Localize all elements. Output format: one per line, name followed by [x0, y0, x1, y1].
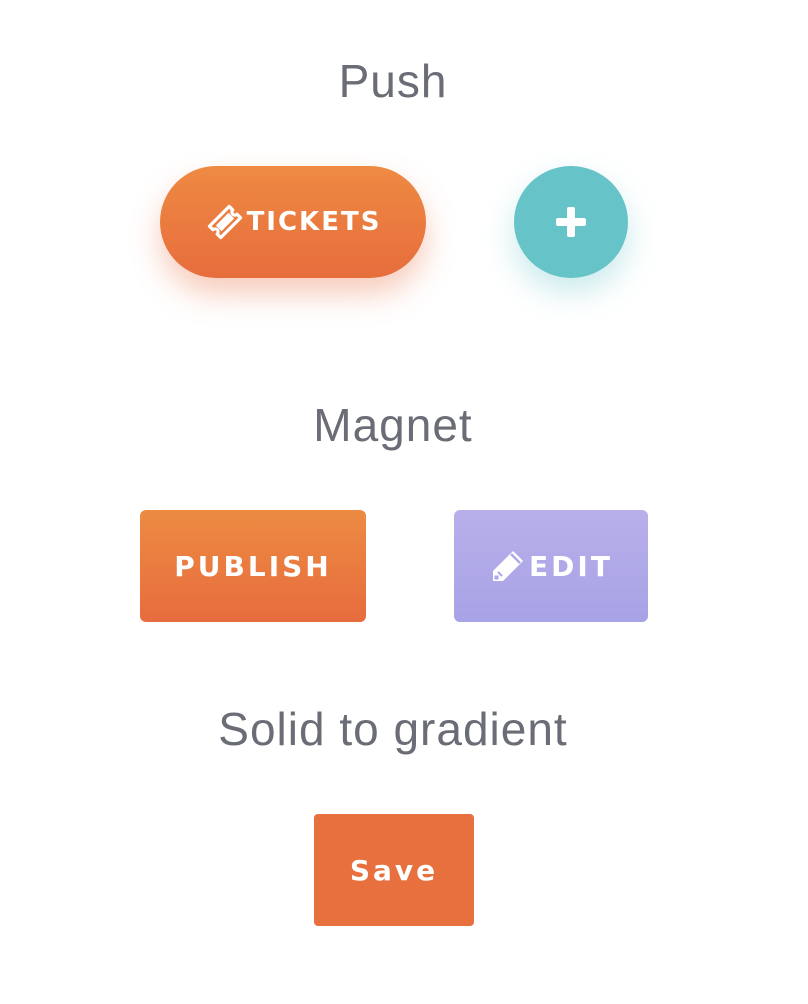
tickets-button[interactable]: TICKETS	[160, 166, 426, 278]
publish-button[interactable]: PUBLISH	[140, 510, 366, 622]
save-button[interactable]: Save	[314, 814, 474, 926]
pencil-icon	[489, 547, 527, 585]
section-title-solid-to-gradient: Solid to gradient	[218, 703, 568, 755]
publish-button-label: PUBLISH	[174, 549, 332, 583]
button-demo-page: Push TICKETS Magnet PUBLISH EDIT Solid t…	[0, 0, 808, 1004]
ticket-icon	[205, 202, 245, 242]
edit-button[interactable]: EDIT	[454, 510, 648, 622]
save-button-label: Save	[349, 853, 439, 887]
add-button[interactable]	[514, 166, 628, 278]
tickets-button-label: TICKETS	[246, 207, 382, 237]
edit-button-label: EDIT	[529, 549, 613, 583]
section-title-push: Push	[338, 55, 448, 107]
plus-icon	[554, 205, 588, 239]
section-title-magnet: Magnet	[313, 399, 473, 451]
